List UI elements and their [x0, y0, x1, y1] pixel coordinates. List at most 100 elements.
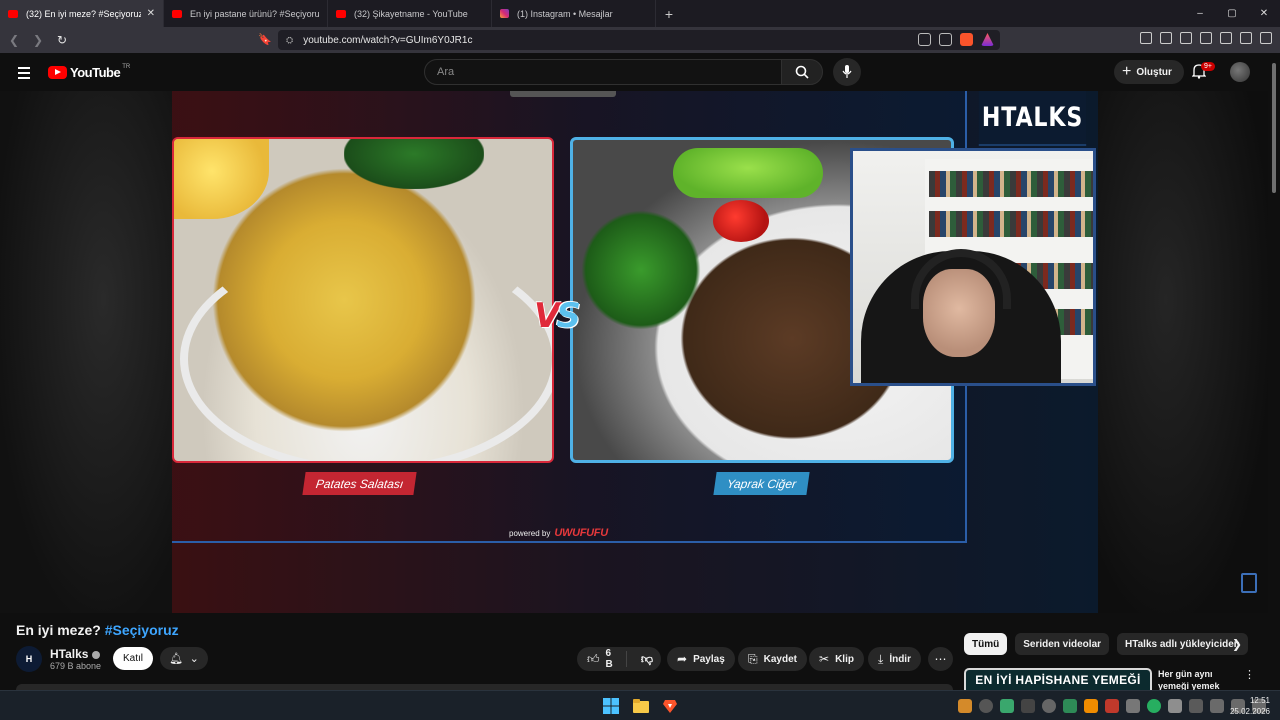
- youtube-logo[interactable]: YouTube TR: [48, 63, 131, 80]
- browser-tab[interactable]: (1) Instagram • Mesajlar: [492, 0, 656, 27]
- new-tab-button[interactable]: +: [656, 6, 682, 22]
- file-explorer-icon[interactable]: [633, 698, 649, 714]
- bowl-graphic: [180, 244, 552, 461]
- chevron-right-icon[interactable]: ❯: [1232, 637, 1242, 651]
- voice-search-button[interactable]: [833, 58, 861, 86]
- tray-app-icon[interactable]: [1126, 699, 1140, 713]
- menu-icon[interactable]: [1260, 32, 1272, 44]
- wallet-icon[interactable]: [1200, 32, 1212, 44]
- player-backdrop-left: [0, 91, 172, 613]
- cast-icon[interactable]: [918, 33, 931, 46]
- dislike-button[interactable]: 👎︎: [633, 652, 661, 667]
- versus-emblem: VS: [534, 296, 594, 338]
- maximize-button[interactable]: ▢: [1216, 0, 1248, 27]
- channel-name[interactable]: HTalks: [50, 647, 101, 661]
- book-row: [929, 171, 1093, 197]
- tray-app-icon[interactable]: [1147, 699, 1161, 713]
- video-player[interactable]: VS Patates Salatası Yaprak Ciğer powered…: [0, 91, 1268, 613]
- account-avatar[interactable]: [1230, 62, 1250, 82]
- window-controls: – ▢ ✕: [1184, 0, 1280, 27]
- chip-uploader[interactable]: HTalks adlı yükleyiciden: [1117, 633, 1248, 655]
- browser-tab[interactable]: En iyi pastane ürünü? #Seçiyoruz - Yo: [164, 0, 328, 27]
- menu-icon[interactable]: [18, 67, 30, 82]
- tray-app-icon[interactable]: [1063, 699, 1077, 713]
- notification-badge: 9+: [1201, 62, 1215, 71]
- close-window-button[interactable]: ✕: [1248, 0, 1280, 27]
- powered-by: powered by UWUFUFU: [509, 527, 608, 539]
- channel-avatar[interactable]: H: [16, 646, 42, 672]
- media-icon[interactable]: [1160, 32, 1172, 44]
- thumbs-down-icon: 👎︎: [640, 651, 653, 666]
- clip-button[interactable]: ✂ Klip: [809, 647, 864, 671]
- recommendation-title[interactable]: Her gün aynı yemeği yemek: [1158, 668, 1238, 690]
- parsley-graphic: [581, 210, 701, 330]
- clock-time: 12:51: [1249, 696, 1270, 705]
- vs-letter-v: V: [534, 296, 560, 336]
- youtube-icon: [336, 9, 346, 18]
- share-label: Paylaş: [693, 653, 725, 665]
- herbs-graphic: [344, 139, 484, 189]
- vs-letter-s: S: [556, 296, 580, 336]
- video-title-text: En iyi meze?: [16, 622, 101, 638]
- tray-app-icon[interactable]: [1168, 699, 1182, 713]
- reload-icon[interactable]: ↻: [52, 33, 72, 47]
- tray-app-icon[interactable]: [958, 699, 972, 713]
- tab-title: (1) Instagram • Mesajlar: [517, 8, 613, 19]
- subscription-bell-button[interactable]: 🔔︎ ⌄: [160, 647, 208, 670]
- url-text: youtube.com/watch?v=GUIm6Y0JR1c: [303, 34, 473, 46]
- save-button[interactable]: ⎘ Kaydet: [738, 647, 807, 671]
- forward-icon[interactable]: ❯: [28, 33, 48, 47]
- brave-browser-icon[interactable]: [662, 698, 678, 714]
- close-tab-icon[interactable]: ✕: [147, 8, 155, 19]
- minimize-button[interactable]: –: [1184, 0, 1216, 27]
- hashtag-link[interactable]: #Seçiyoruz: [105, 622, 179, 638]
- address-bar[interactable]: ⛭ youtube.com/watch?v=GUIm6Y0JR1c: [278, 30, 1000, 50]
- more-vertical-icon[interactable]: ⋮: [1244, 668, 1255, 681]
- sidebar-icon[interactable]: [1140, 32, 1152, 44]
- region-code: TR: [122, 63, 131, 70]
- create-button[interactable]: + Oluştur: [1114, 60, 1184, 84]
- youtube-icon: [172, 9, 182, 18]
- browser-tab-active[interactable]: (32) En iyi meze? #Seçiyoruz ✕: [0, 0, 164, 27]
- tray-app-icon[interactable]: [1105, 699, 1119, 713]
- back-icon[interactable]: ❮: [4, 33, 24, 47]
- chip-all[interactable]: Tümü: [964, 633, 1008, 655]
- vpn-icon[interactable]: [1240, 32, 1252, 44]
- channel-watermark-icon[interactable]: [1241, 573, 1257, 593]
- share-button[interactable]: ➦ Paylaş: [667, 647, 735, 671]
- save-icon: ⎘: [748, 651, 758, 666]
- clip-label: Klip: [835, 653, 854, 665]
- network-icon[interactable]: [1210, 699, 1224, 713]
- tray-app-icon[interactable]: [1042, 699, 1056, 713]
- microphone-tray-icon[interactable]: [1189, 699, 1203, 713]
- recommendation-chips: Tümü Seriden videolar HTalks adlı yükley…: [964, 633, 1248, 655]
- tray-app-icon[interactable]: [1000, 699, 1014, 713]
- brave-rewards-icon[interactable]: [981, 33, 994, 46]
- streamer-webcam: [850, 148, 1096, 386]
- share-icon[interactable]: [939, 33, 952, 46]
- player-backdrop-right: [1098, 91, 1268, 613]
- recommendation-thumbnail[interactable]: EN İYİ HAPİSHANE YEMEĞİ: [964, 668, 1152, 690]
- download-button[interactable]: ⤓ İndir: [868, 647, 921, 671]
- scrollbar-thumb[interactable]: [1272, 63, 1276, 193]
- windows-start-icon[interactable]: [603, 698, 619, 714]
- left-option-label: Patates Salatası: [302, 472, 418, 495]
- tray-app-icon[interactable]: [979, 699, 993, 713]
- brave-shields-icon[interactable]: [960, 33, 973, 46]
- search-input[interactable]: Ara: [424, 59, 782, 85]
- reader-icon[interactable]: [1180, 32, 1192, 44]
- search-button[interactable]: [781, 59, 823, 85]
- more-actions-button[interactable]: ⋯: [928, 647, 953, 671]
- taskbar-clock[interactable]: 12:51 25.02.2026: [1230, 695, 1270, 717]
- tray-app-icon[interactable]: [1084, 699, 1098, 713]
- like-button[interactable]: 👍︎ 6 B: [577, 648, 627, 670]
- browser-tab[interactable]: (32) Şikayetname - YouTube: [328, 0, 492, 27]
- site-info-icon[interactable]: ⛭: [286, 35, 293, 46]
- join-button[interactable]: Katıl: [113, 647, 154, 670]
- leo-ai-icon[interactable]: [1220, 32, 1232, 44]
- tray-app-icon[interactable]: [1021, 699, 1035, 713]
- page-scrollbar[interactable]: [1268, 53, 1280, 690]
- extension-icons: [918, 33, 994, 46]
- bookmark-icon[interactable]: 🔖: [258, 33, 272, 46]
- chip-series[interactable]: Seriden videolar: [1015, 633, 1110, 655]
